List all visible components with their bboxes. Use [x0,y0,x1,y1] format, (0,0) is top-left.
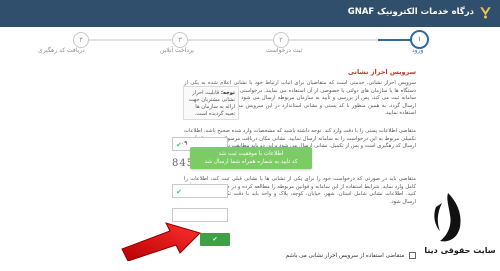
agree-row[interactable]: متقاضی استفاده از سرویس احراز نشانی می ب… [286,252,416,259]
step-4-label: دریافت کد رهگیری [38,47,85,54]
step-2-circle: ۲ [273,32,289,48]
captcha-input[interactable]: ✔ [172,184,228,198]
watermark-text: سایت حقوقی دینا [424,246,496,255]
login-button-label: ورود [209,250,221,256]
step-3-circle: ۳ [172,32,188,48]
agree-checkbox[interactable] [409,252,416,259]
step-4-circle: ۴ [73,32,89,48]
top-header: درگاه خدمات الکترونیک GNAF [0,0,500,27]
step-2-label: ثبت درخواست [266,47,303,54]
success-tooltip: اطلاعات با موفقیت ثبت شد کد تایید به شما… [190,147,312,169]
note-box: توجه: قابلیت احراز نشانی مشتریان جهت ارا… [183,86,239,120]
steps-track [80,39,425,41]
watermark-logo-icon [434,193,461,242]
note-title: توجه: [220,90,235,96]
progress-steps: ۴ دریافت کد رهگیری ۳ پرداخت آنلاین ۲ ثبت… [0,27,500,61]
gnaf-logo-icon [480,7,491,19]
step-1-label: ورود [412,47,424,54]
check-icon: ✔ [212,237,218,243]
check-icon: ✔ [176,188,182,196]
tooltip-line-1: اطلاعات با موفقیت ثبت شد [218,151,284,157]
tooltip-line-2: کد تایید به شماره همراه شما ارسال شد [204,159,298,165]
check-icon: ✔ [176,141,182,149]
section-title: سرویس احراز نشانی [347,68,416,76]
red-arrow-icon [121,222,201,261]
header-title: درگاه خدمات الکترونیک GNAF [347,7,474,17]
step-3-label: پرداخت آنلاین [160,47,194,54]
agree-label: متقاضی استفاده از سرویس احراز نشانی می ب… [285,253,405,259]
